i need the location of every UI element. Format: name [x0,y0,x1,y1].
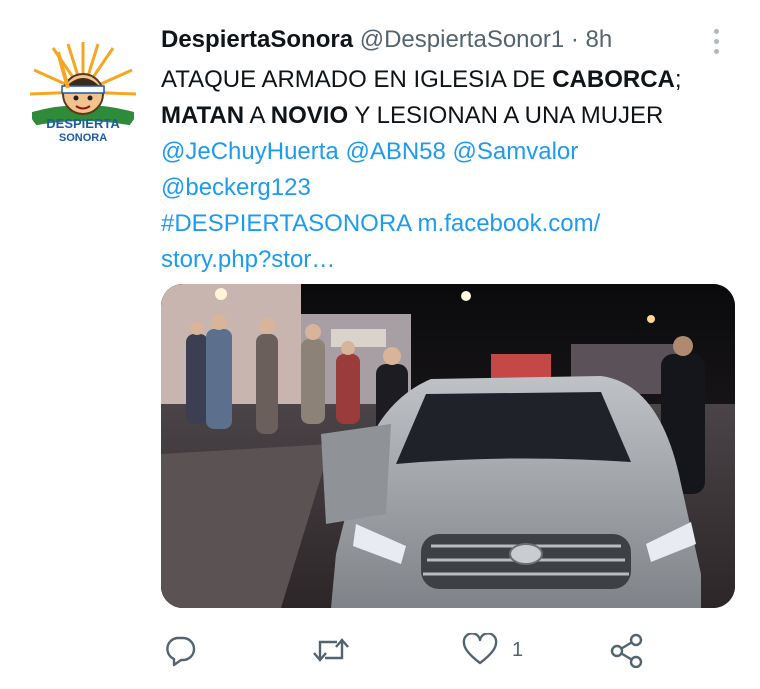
mention-link[interactable]: @Samvalor [453,138,579,165]
like-count: 1 [512,638,524,661]
avatar[interactable]: DESPIERTA SONORA [24,38,142,146]
tweet-mentions-line: @JeChuyHuerta @ABN58 @Samvalor [161,134,741,170]
mention-link[interactable]: @ABN58 [345,138,445,165]
tweet-text: ATAQUE ARMADO EN IGLESIA DE CABORCA; MAT… [161,62,741,278]
separator: · [570,26,579,53]
like-button[interactable]: 1 [462,630,523,670]
tweet-hashtag-line: #DESPIERTASONORA m.facebook.com/ [161,206,741,242]
share-button[interactable] [609,630,645,670]
avatar-text-top: DESPIERTA [46,116,120,131]
tweet-url-line: story.php?stor… [161,242,741,278]
avatar-text-bottom: SONORA [59,132,107,144]
tweet-mentions-line-2: @beckerg123 [161,170,741,206]
tweet-line-2: MATAN A NOVIO Y LESIONAN A UNA MUJER [161,102,664,129]
mention-link[interactable]: @JeChuyHuerta [161,138,339,165]
tweet-header: DespiertaSonora @DespiertaSonor1 · 8h [161,24,612,56]
display-name[interactable]: DespiertaSonora [161,26,353,53]
retweet-icon [313,638,349,662]
more-options-icon[interactable] [706,26,728,58]
heart-icon [462,633,498,665]
share-icon [610,633,643,668]
url-link[interactable]: m.facebook.com/ [418,210,601,237]
retweet-button[interactable] [311,630,351,670]
tweet-line-1: ATAQUE ARMADO EN IGLESIA DE CABORCA; [161,66,682,93]
reply-button[interactable] [163,630,197,670]
mention-link[interactable]: @beckerg123 [161,174,311,201]
reply-icon [166,636,196,667]
hashtag-link[interactable]: #DESPIERTASONORA [161,210,411,237]
url-link-cont[interactable]: story.php?stor… [161,246,335,273]
tweet-photo[interactable] [161,284,735,608]
handle[interactable]: @DespiertaSonor1 [360,26,564,53]
timestamp[interactable]: 8h [586,26,613,53]
tweet-actions: 1 [0,630,760,674]
